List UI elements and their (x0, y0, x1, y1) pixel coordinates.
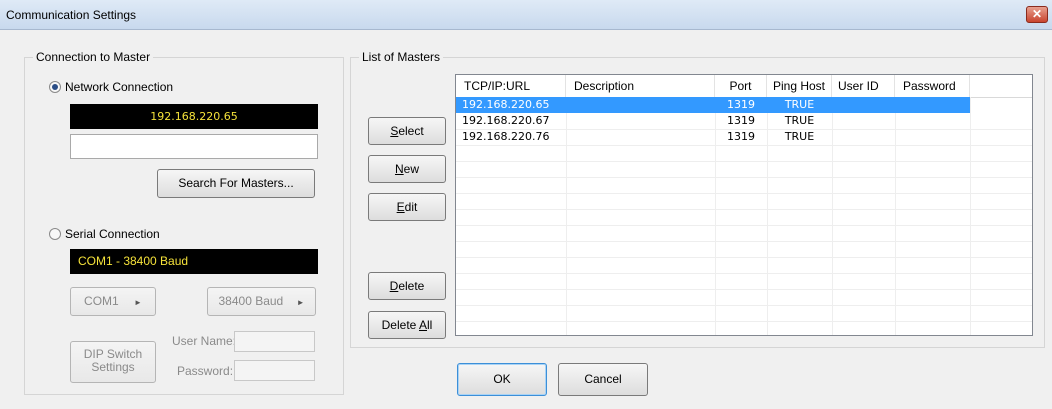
table-row[interactable]: 192.168.220.65 1319 TRUE (456, 97, 970, 113)
select-button[interactable]: Select (368, 117, 446, 145)
column-header-url[interactable]: TCP/IP:URL (456, 75, 566, 97)
new-label: ew (403, 162, 419, 176)
column-header-password[interactable]: Password (895, 75, 970, 97)
grid-line (456, 209, 1032, 210)
cancel-button[interactable]: Cancel (558, 363, 648, 396)
host-input[interactable] (70, 134, 318, 159)
close-icon: ✕ (1031, 7, 1043, 21)
select-label: elect (398, 124, 424, 138)
grid-line (970, 97, 971, 335)
grid-line (456, 241, 1032, 242)
cell-ping-host: TRUE (784, 130, 815, 143)
com-port-button[interactable]: COM1 ► (70, 287, 156, 316)
cell-port: 1319 (727, 130, 755, 143)
grid-line (456, 257, 1032, 258)
serial-display: COM1 - 38400 Baud (70, 249, 318, 274)
network-display: 192.168.220.65 (70, 104, 318, 129)
new-key: N (394, 162, 404, 176)
delete-button[interactable]: Delete (368, 272, 446, 300)
title-bar: Communication Settings ✕ (0, 0, 1052, 30)
delete-all-key: A (419, 318, 428, 332)
window-title: Communication Settings (6, 8, 137, 22)
cell-url: 192.168.220.65 (462, 98, 550, 111)
grid-line (456, 321, 1032, 322)
table-row[interactable]: 192.168.220.76 1319 TRUE (456, 129, 970, 145)
chevron-right-icon: ► (134, 298, 142, 307)
cell-url: 192.168.220.76 (462, 130, 550, 143)
baud-rate-button[interactable]: 38400 Baud ► (207, 287, 316, 316)
masters-group-legend: List of Masters (359, 50, 444, 64)
user-name-label: User Name: (172, 334, 237, 348)
chevron-right-icon: ► (296, 298, 305, 307)
cell-ping-host: TRUE (784, 114, 815, 127)
column-header-ping-host[interactable]: Ping Host (767, 75, 832, 97)
cell-ping-host: TRUE (784, 98, 815, 111)
close-button[interactable]: ✕ (1026, 6, 1048, 23)
delete-label: elete (398, 279, 425, 293)
baud-rate-label: 38400 Baud (218, 294, 284, 308)
edit-label: dit (404, 200, 418, 214)
search-for-masters-label: Search For Masters... (178, 176, 294, 190)
grid-line (456, 289, 1032, 290)
password-label: Password: (177, 364, 234, 378)
delete-all-button[interactable]: Delete All (368, 311, 446, 339)
user-name-field[interactable] (234, 331, 315, 352)
cell-port: 1319 (727, 98, 755, 111)
edit-button[interactable]: Edit (368, 193, 446, 221)
cancel-label: Cancel (584, 372, 622, 386)
delete-all-prefix: Delete (381, 318, 419, 332)
grid-line (456, 305, 1032, 306)
new-button[interactable]: New (368, 155, 446, 183)
serial-connection-label[interactable]: Serial Connection (65, 227, 160, 241)
grid-line (456, 161, 1032, 162)
grid-line (456, 273, 1032, 274)
network-connection-radio[interactable] (49, 81, 61, 93)
network-display-value: 192.168.220.65 (150, 110, 238, 123)
grid-line (456, 225, 1032, 226)
column-header-description[interactable]: Description (566, 75, 715, 97)
delete-all-label: ll (427, 318, 433, 332)
search-for-masters-button[interactable]: Search For Masters... (157, 169, 315, 198)
table-row[interactable]: 192.168.220.67 1319 TRUE (456, 113, 970, 129)
com-port-label: COM1 (84, 294, 119, 308)
grid-line (456, 177, 1032, 178)
cell-url: 192.168.220.67 (462, 114, 550, 127)
grid-line (456, 145, 1032, 146)
delete-key: D (389, 279, 399, 293)
edit-key: E (396, 200, 405, 214)
connection-group-legend: Connection to Master (33, 50, 154, 64)
column-header-user-id[interactable]: User ID (832, 75, 895, 97)
network-connection-label[interactable]: Network Connection (65, 80, 173, 94)
masters-table[interactable]: TCP/IP:URL Description Port Ping Host Us… (455, 74, 1033, 336)
serial-connection-radio[interactable] (49, 228, 61, 240)
column-header-port[interactable]: Port (715, 75, 767, 97)
dip-switch-label-line2: Settings (91, 360, 135, 374)
password-field[interactable] (234, 360, 315, 381)
ok-button[interactable]: OK (457, 363, 547, 396)
serial-display-value: COM1 - 38400 Baud (78, 254, 189, 268)
dip-switch-settings-button[interactable]: DIP Switch Settings (70, 341, 156, 383)
cell-port: 1319 (727, 114, 755, 127)
ok-label: OK (493, 372, 511, 386)
grid-line (456, 193, 1032, 194)
